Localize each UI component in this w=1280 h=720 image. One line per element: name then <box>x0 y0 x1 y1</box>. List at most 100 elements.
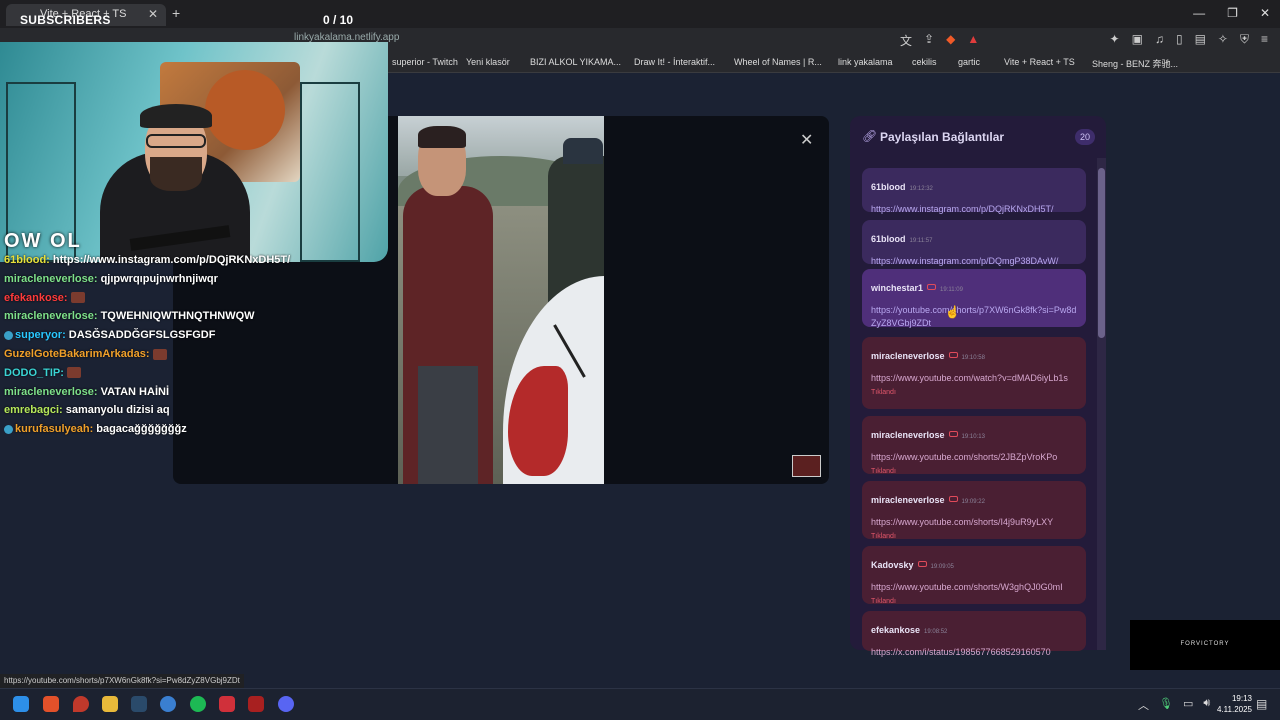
link-card-url[interactable]: https://www.youtube.com/shorts/I4j9uR9yL… <box>871 516 1077 529</box>
link-card[interactable]: winchestar1 19:11:09 https://youtube.com/s… <box>862 269 1086 330</box>
brave-browser-icon[interactable] <box>43 696 59 712</box>
link-card-time: 19:11:09 <box>940 287 963 293</box>
notification-icon[interactable]: ▤ <box>1256 697 1267 711</box>
sidebar-icon[interactable]: ▯ <box>1176 32 1183 47</box>
link-card-url[interactable]: https://x.com/i/status/19856776685291605… <box>871 646 1077 659</box>
bookmark-item[interactable]: gartic <box>958 57 980 67</box>
vpn-icon[interactable]: ⛨ <box>1240 32 1249 47</box>
link-card[interactable]: miracleneverlose 19:10:58 https://www.yout… <box>862 337 1086 409</box>
chat-username: kurufasulyeah: <box>15 423 94 436</box>
bookmark-item[interactable]: Vite + React + TS <box>1004 57 1075 67</box>
chat-username: miracleneverlose: <box>4 272 98 285</box>
link-card[interactable]: 61blood 19:12:32 https://www.instagram.com… <box>862 168 1086 214</box>
link-card-clicked-label: Tıklandı <box>871 389 896 396</box>
new-tab-icon[interactable]: + <box>172 5 180 21</box>
chevron-up-icon[interactable]: ︿ <box>1138 697 1149 713</box>
maps-icon[interactable] <box>73 696 89 712</box>
chat-text: https://www.instagram.com/p/DQjRKNxDH5T/ <box>52 254 291 266</box>
link-card-user: winchestar1 <box>871 283 924 293</box>
link-card-user: miracleneverlose <box>871 351 945 361</box>
extension-icons: ✦ ▣ ♫ ▯ ▤ ✧ ⛨ ≡ <box>1110 32 1268 47</box>
link-card-url[interactable]: https://www.youtube.com/shorts/2JBZpVroK… <box>871 451 1077 464</box>
leo-ai-icon[interactable]: ✧ <box>1218 32 1228 47</box>
browser-title-bar <box>0 0 1280 28</box>
microphone-icon[interactable]: 🎙︎ <box>1159 697 1173 713</box>
bookmark-item[interactable]: Draw It! - İnteraktif... <box>634 57 715 67</box>
link-card-clicked-label: Tıklandı <box>871 533 896 540</box>
tab-close-icon[interactable]: ✕ <box>148 7 158 21</box>
link-card-url[interactable]: https://www.instagram.com/p/DQjRKNxDH5T/ <box>871 203 1077 216</box>
translate-icon[interactable]: 文 <box>900 32 912 49</box>
link-card[interactable]: 61blood 19:11:57 https://www.instagram.com… <box>862 220 1086 266</box>
bookmark-item[interactable]: superior - Twitch <box>392 57 458 67</box>
bookmark-item[interactable]: BIZI ALKOL YIKAMA... <box>530 57 621 67</box>
link-card[interactable]: miracleneverlose 19:09:22 https://www.yout… <box>862 481 1086 540</box>
status-bar-url: https://youtube.com/shorts/p7XW6nGk8fk?s… <box>0 674 244 689</box>
bookmark-item[interactable]: Sheng - BENZ 奔驰... <box>1092 57 1178 70</box>
webcam-overlay: OW OL <box>0 42 388 262</box>
chat-emote-icon <box>152 348 167 360</box>
chat-username: DODO_TIP: <box>4 366 64 379</box>
link-card-time: 19:10:58 <box>961 355 985 361</box>
bookmark-item[interactable]: cekilis <box>912 57 937 67</box>
spotify-icon[interactable] <box>190 696 206 712</box>
chat-message: efekankose: <box>4 292 384 311</box>
wallet-icon[interactable]: ▤ <box>1195 32 1206 47</box>
link-card-url[interactable]: https://www.youtube.com/shorts/W3ghQJ0G0… <box>871 581 1077 594</box>
brave-shield-icon[interactable]: ◆ <box>946 32 955 49</box>
minimize-icon[interactable]: — <box>1193 6 1205 20</box>
media-app-icon[interactable] <box>219 696 235 712</box>
close-modal-icon[interactable]: ✕ <box>800 130 813 150</box>
webcam-shelf <box>300 82 360 262</box>
link-card-time: 19:08:52 <box>924 629 948 635</box>
link-card-url[interactable]: https://www.youtube.com/watch?v=dMAD6iyL… <box>871 372 1077 385</box>
link-card-user: efekankose <box>871 625 921 635</box>
discord-icon[interactable] <box>278 696 294 712</box>
link-card-url[interactable]: https://www.instagram.com/p/DQmgP38DAvW/ <box>871 255 1077 268</box>
system-clock[interactable]: 19:13 4.11.2025 <box>1212 693 1252 715</box>
link-card[interactable]: efekankose 19:08:52 https://x.com/i/status… <box>862 611 1086 657</box>
menu-icon[interactable]: ≡ <box>1261 32 1268 47</box>
link-card-user: miracleneverlose <box>871 430 945 440</box>
share-icon[interactable]: ⇪ <box>924 32 934 49</box>
link-card[interactable]: miracleneverlose 19:10:13 https://www.yout… <box>862 416 1086 475</box>
file-explorer-icon[interactable] <box>102 696 118 712</box>
rewards-icon[interactable]: ▲ <box>967 32 979 49</box>
screenshot-icon[interactable]: ▣ <box>1132 32 1143 47</box>
link-card-url[interactable]: https://youtube.com/shorts/p7XW6nGk8fk?s… <box>871 304 1077 330</box>
bookmark-item[interactable]: Wheel of Names | R... <box>734 57 822 67</box>
stream-app-icon[interactable] <box>248 696 264 712</box>
chat-username: miracleneverlose: <box>4 310 98 323</box>
steam-icon[interactable] <box>131 696 147 712</box>
youtube-icon <box>917 560 927 567</box>
chat-emote-icon <box>66 367 81 379</box>
maximize-icon[interactable]: ❐ <box>1227 6 1238 20</box>
chat-username: emrebagci: <box>4 404 63 417</box>
link-card-time: 19:09:22 <box>961 499 985 505</box>
link-card[interactable]: Kadovsky 19:09:05 https://www.youtube.com/… <box>862 546 1086 605</box>
address-actions: 文 ⇪ ◆ ▲ <box>900 32 979 49</box>
link-card-user: Kadovsky <box>871 560 914 570</box>
chat-username: 61blood: <box>4 254 50 266</box>
video-player[interactable] <box>398 116 604 484</box>
bookmark-item[interactable]: link yakalama <box>838 57 893 67</box>
app-icon[interactable] <box>160 696 176 712</box>
chat-overlay: 61blood: https://www.instagram.com/p/DQjR… <box>4 254 384 442</box>
bookmark-item[interactable]: Yeni klasör <box>466 57 510 67</box>
chat-username: efekankose: <box>4 291 68 304</box>
chat-text: bagacağğğğğğğz <box>96 423 187 436</box>
chat-badge-icon <box>4 330 13 340</box>
panel-scroll-thumb[interactable] <box>1098 168 1105 338</box>
media-icon[interactable]: ♫ <box>1155 32 1164 47</box>
window-controls: — ❐ ✕ <box>1193 6 1270 20</box>
network-icon[interactable]: ▭ <box>1183 697 1193 713</box>
extension-icon[interactable]: ✦ <box>1110 32 1120 47</box>
windows-start-icon[interactable] <box>13 696 29 712</box>
link-card-clicked-label: Tıklandı <box>871 598 896 605</box>
close-window-icon[interactable]: ✕ <box>1260 6 1270 20</box>
youtube-icon <box>927 283 937 290</box>
chat-username: miracleneverlose: <box>4 385 98 398</box>
chat-username: superyor: <box>15 329 66 342</box>
chat-emote-icon <box>70 292 85 304</box>
volume-icon[interactable]: 🔊︎ <box>1203 697 1210 713</box>
